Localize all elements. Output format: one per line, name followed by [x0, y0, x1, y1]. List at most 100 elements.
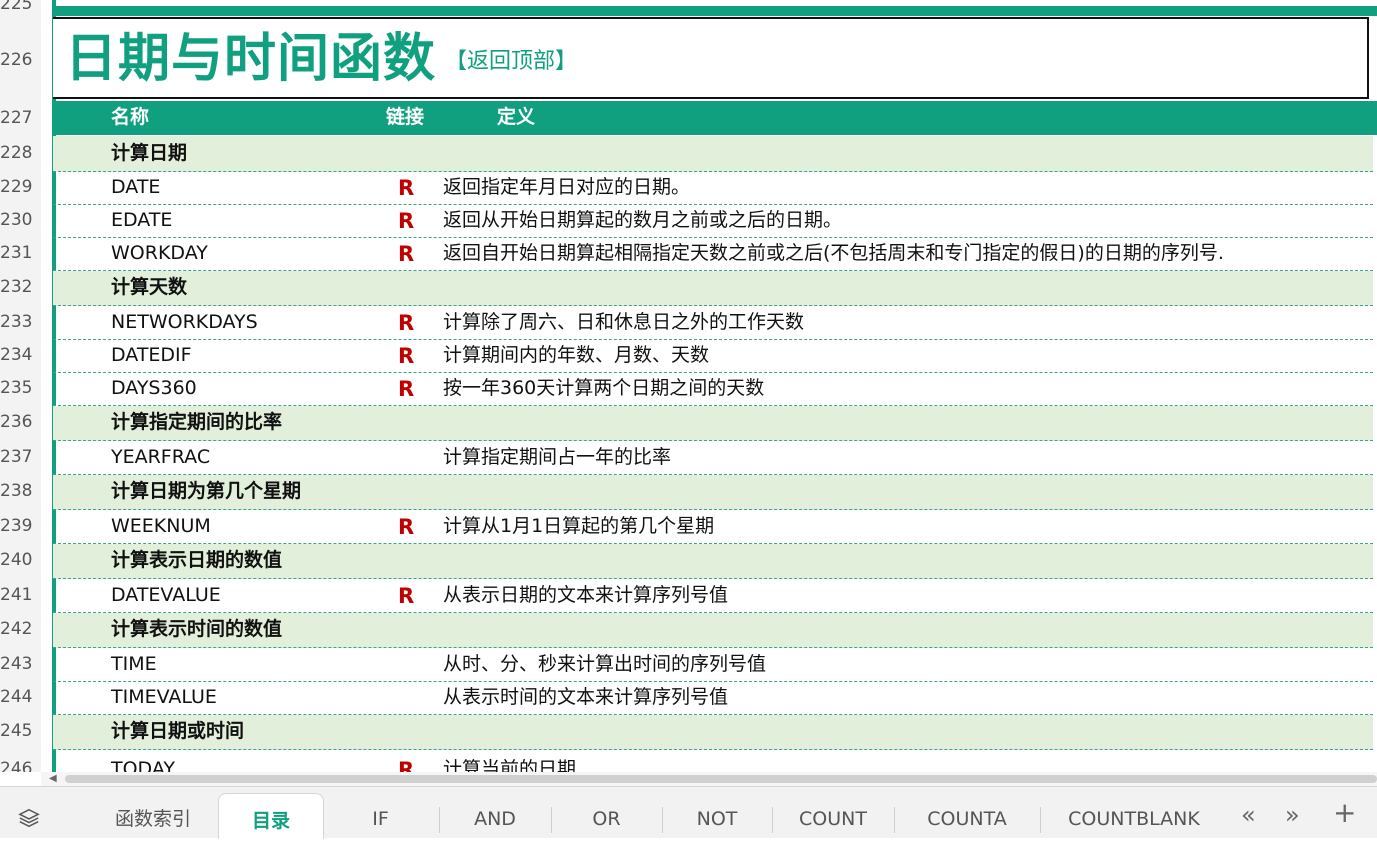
category-row[interactable]: 计算日期或时间: [53, 715, 1373, 750]
spreadsheet-grid[interactable]: 日期与时间函数 【返回顶部】 名称 链接 定义 计算日期 DATE R 返回指定年月日…: [41, 0, 1377, 772]
layers-icon[interactable]: [18, 807, 40, 829]
category-row[interactable]: 计算表示时间的数值: [53, 613, 1373, 648]
header-name: 名称: [111, 106, 150, 128]
row-number[interactable]: 229: [0, 179, 32, 196]
category-row[interactable]: 计算日期: [53, 136, 1373, 172]
function-name: DATEVALUE: [111, 584, 221, 606]
sheet-tab[interactable]: OR: [551, 801, 662, 838]
header-link: 链接: [386, 106, 425, 128]
row-number[interactable]: 232: [0, 279, 32, 296]
function-row[interactable]: DATE R 返回指定年月日对应的日期。: [53, 172, 1373, 205]
scroll-left-arrow-icon[interactable]: ◀: [49, 773, 57, 784]
function-name: TIMEVALUE: [111, 686, 217, 708]
function-row[interactable]: TIMEVALUE 从表示时间的文本来计算序列号值: [53, 682, 1373, 715]
row-number[interactable]: 228: [0, 145, 32, 162]
sheet-tab[interactable]: AND: [439, 801, 551, 838]
row-number[interactable]: 227: [0, 110, 32, 127]
function-link[interactable]: R: [398, 517, 414, 538]
add-sheet-icon[interactable]: +: [1333, 799, 1356, 827]
row-number[interactable]: 244: [0, 689, 32, 706]
function-definition: 计算从1月1日算起的第几个星期: [443, 515, 715, 537]
category-row[interactable]: 计算指定期间的比率: [53, 406, 1373, 441]
function-row[interactable]: EDATE R 返回从开始日期算起的数月之前或之后的日期。: [53, 205, 1373, 238]
function-row[interactable]: DAYS360 R 按一年360天计算两个日期之间的天数: [53, 373, 1373, 406]
function-definition: 从表示时间的文本来计算序列号值: [443, 686, 729, 708]
function-definition: 计算指定期间占一年的比率: [443, 446, 672, 468]
row-number[interactable]: 236: [0, 414, 32, 431]
function-link[interactable]: R: [398, 379, 414, 400]
function-row[interactable]: NETWORKDAYS R 计算除了周六、日和休息日之外的工作天数: [53, 306, 1373, 340]
sheet-tab[interactable]: 目录: [218, 793, 324, 839]
function-name: WEEKNUM: [111, 515, 211, 537]
function-link[interactable]: R: [398, 760, 414, 773]
function-name: NETWORKDAYS: [111, 311, 258, 333]
function-link[interactable]: R: [398, 346, 414, 367]
row-number[interactable]: 239: [0, 518, 32, 535]
category-row[interactable]: 计算日期为第几个星期: [53, 475, 1373, 510]
function-name: DATEDIF: [111, 344, 192, 366]
function-row[interactable]: DATEVALUE R 从表示日期的文本来计算序列号值: [53, 579, 1373, 613]
scrollbar-thumb[interactable]: [65, 775, 1377, 783]
title-cell[interactable]: 日期与时间函数 【返回顶部】: [53, 17, 1369, 99]
sheet-tab-bar: « » + 函数索引 目录 IF AND OR NOT COUNT COUNTA COUNTBL…: [0, 786, 1377, 839]
row-number[interactable]: 234: [0, 347, 32, 364]
row-number[interactable]: 243: [0, 656, 32, 673]
tabs-next-icon[interactable]: »: [1285, 803, 1300, 827]
row-number[interactable]: 226: [0, 52, 32, 69]
function-row[interactable]: YEARFRAC 计算指定期间占一年的比率: [53, 441, 1373, 475]
row-number[interactable]: 238: [0, 483, 32, 500]
row-number[interactable]: 240: [0, 552, 32, 569]
row-number-gutter[interactable]: 225 226 227 228 229 230 231 232 233 234 235 236 2…: [0, 0, 42, 772]
category-name: 计算日期: [111, 142, 188, 164]
sheet-tab[interactable]: COUNT: [772, 801, 894, 838]
function-name: TIME: [111, 653, 157, 675]
function-definition: 返回自开始日期算起相隔指定天数之前或之后(不包括周末和专门指定的假日)的日期的序…: [443, 242, 1224, 264]
header-definition: 定义: [497, 106, 536, 128]
row-number[interactable]: 242: [0, 621, 32, 638]
row-number[interactable]: 245: [0, 723, 32, 740]
top-accent-strip: [52, 0, 1377, 16]
category-name: 计算表示日期的数值: [111, 549, 283, 571]
category-name: 计算天数: [111, 276, 188, 298]
back-to-top-link[interactable]: 【返回顶部】: [445, 51, 577, 73]
function-name: TODAY: [111, 758, 175, 773]
column-header-row: 名称 链接 定义: [53, 101, 1377, 135]
row-number[interactable]: 225: [0, 0, 32, 13]
tabs-prev-icon[interactable]: «: [1241, 803, 1256, 827]
category-row[interactable]: 计算天数: [53, 271, 1373, 306]
function-row[interactable]: TIME 从时、分、秒来计算出时间的序列号值: [53, 648, 1373, 682]
function-link[interactable]: R: [398, 178, 414, 199]
category-row[interactable]: 计算表示日期的数值: [53, 544, 1373, 579]
page-title: 日期与时间函数: [65, 29, 437, 89]
function-definition: 从时、分、秒来计算出时间的序列号值: [443, 653, 767, 675]
sheet-tab[interactable]: NOT: [662, 801, 772, 838]
function-row[interactable]: TODAY R 计算当前的日期: [53, 750, 1373, 773]
function-link[interactable]: R: [398, 211, 414, 232]
sheet-tab[interactable]: IF: [322, 801, 439, 838]
function-name: EDATE: [111, 209, 173, 231]
sheet-tab[interactable]: 函数索引: [88, 801, 218, 838]
row-number[interactable]: 235: [0, 380, 32, 397]
row-number[interactable]: 230: [0, 212, 32, 229]
sheet-tab[interactable]: COUNTBLANK: [1040, 801, 1228, 838]
row-number[interactable]: 246: [0, 761, 32, 773]
function-definition: 按一年360天计算两个日期之间的天数: [443, 377, 765, 399]
function-definition: 从表示日期的文本来计算序列号值: [443, 584, 729, 606]
function-row[interactable]: WORKDAY R 返回自开始日期算起相隔指定天数之前或之后(不包括周末和专门指定的…: [53, 238, 1373, 271]
function-definition: 返回从开始日期算起的数月之前或之后的日期。: [443, 209, 843, 231]
function-row[interactable]: WEEKNUM R 计算从1月1日算起的第几个星期: [53, 510, 1373, 544]
function-link[interactable]: R: [398, 313, 414, 334]
row-number[interactable]: 231: [0, 245, 32, 262]
function-row[interactable]: DATEDIF R 计算期间内的年数、月数、天数: [53, 340, 1373, 373]
function-link[interactable]: R: [398, 244, 414, 265]
sheet-tab[interactable]: COUNTA: [894, 801, 1040, 838]
function-definition: 计算当前的日期: [443, 758, 577, 773]
horizontal-scrollbar[interactable]: ◀: [41, 772, 1377, 786]
row-number[interactable]: 241: [0, 587, 32, 604]
function-link[interactable]: R: [398, 586, 414, 607]
row-number[interactable]: 237: [0, 449, 32, 466]
row-number[interactable]: 233: [0, 314, 32, 331]
function-name: YEARFRAC: [111, 446, 211, 468]
function-name: WORKDAY: [111, 242, 208, 264]
function-name: DATE: [111, 176, 161, 198]
